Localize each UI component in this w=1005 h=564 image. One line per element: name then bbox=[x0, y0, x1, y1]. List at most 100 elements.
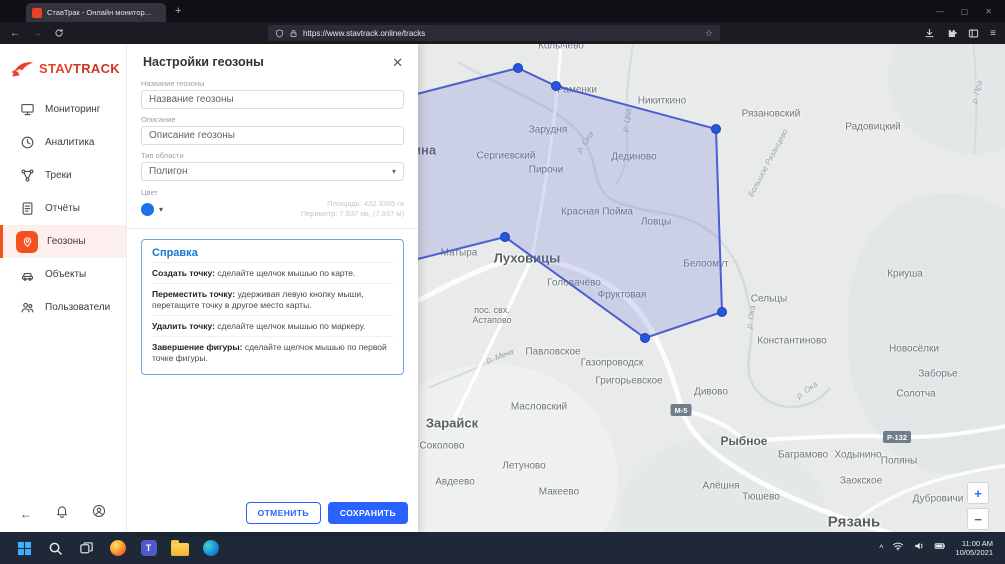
description-input[interactable] bbox=[141, 126, 404, 145]
geozone-svg bbox=[418, 44, 1005, 532]
sidebar-bottom: ← bbox=[0, 504, 126, 523]
geozone-polygon[interactable] bbox=[418, 68, 722, 338]
geozone-vertex[interactable] bbox=[641, 334, 650, 343]
forward-button[interactable]: → bbox=[32, 28, 42, 39]
geozones-icon bbox=[16, 231, 38, 253]
sidebar-item-label: Пользователи bbox=[45, 302, 110, 313]
clock-time: 11:00 AM bbox=[955, 539, 993, 549]
shield-icon bbox=[275, 29, 284, 38]
sidebar-item-label: Геозоны bbox=[47, 236, 86, 247]
help-item: Завершение фигуры: сделайте щелчок мышью… bbox=[152, 336, 393, 368]
url-bar[interactable]: https://www.stavtrack.online/tracks ☆ bbox=[268, 25, 720, 41]
users-icon bbox=[19, 299, 36, 316]
window-close-button[interactable]: ✕ bbox=[985, 7, 992, 16]
reports-icon bbox=[19, 200, 36, 217]
logo-track-text: TRACK bbox=[73, 61, 120, 76]
browser-tab[interactable]: СтавТрак - Онлайн монитор... bbox=[26, 3, 166, 22]
browser-toolbar: ← → https://www.stavtrack.online/tracks … bbox=[0, 22, 1005, 44]
taskbar-clock[interactable]: 11:00 AM 10/05/2021 bbox=[955, 539, 993, 558]
objects-icon bbox=[19, 266, 36, 283]
profile-icon[interactable] bbox=[92, 504, 106, 523]
firefox-icon[interactable] bbox=[105, 536, 130, 561]
tracks-icon bbox=[19, 167, 36, 184]
geozone-settings-panel: Настройки геозоны ✕ Название геозоны Опи… bbox=[127, 44, 418, 532]
collapse-arrow-icon[interactable]: ← bbox=[20, 507, 32, 521]
sidebar-item-label: Треки bbox=[45, 170, 72, 181]
extensions-icon[interactable] bbox=[946, 28, 957, 39]
close-icon[interactable]: ✕ bbox=[392, 56, 403, 69]
search-icon[interactable] bbox=[43, 536, 68, 561]
cancel-button[interactable]: ОТМЕНИТЬ bbox=[246, 502, 321, 524]
app-window: STAVTRACK Мониторинг Аналитика Треки Отчёты… bbox=[0, 44, 1005, 532]
task-view-icon[interactable] bbox=[74, 536, 99, 561]
description-field-label: Описание bbox=[141, 115, 404, 124]
window-controls: — ▢ ✕ bbox=[936, 7, 1005, 16]
analytics-icon bbox=[19, 134, 36, 151]
help-box: Справка Создать точку: сделайте щелчок м… bbox=[141, 239, 404, 375]
sidebar-item-monitoring[interactable]: Мониторинг bbox=[0, 93, 126, 126]
window-maximize-button[interactable]: ▢ bbox=[961, 7, 969, 16]
sidebar-item-reports[interactable]: Отчёты bbox=[0, 192, 126, 225]
name-input[interactable] bbox=[141, 90, 404, 109]
sidebar-item-label: Аналитика bbox=[45, 137, 95, 148]
stavtrack-favicon-icon bbox=[32, 8, 42, 18]
geozone-vertex[interactable] bbox=[501, 233, 510, 242]
battery-icon[interactable] bbox=[934, 539, 946, 557]
new-tab-button[interactable]: + bbox=[175, 5, 181, 17]
geozone-vertex[interactable] bbox=[712, 125, 721, 134]
color-field-label: Цвет bbox=[141, 188, 404, 197]
sidebar-item-analytics[interactable]: Аналитика bbox=[0, 126, 126, 159]
menu-icon[interactable]: ≡ bbox=[990, 28, 996, 39]
sidebar-item-tracks[interactable]: Треки bbox=[0, 159, 126, 192]
sidebar-item-users[interactable]: Пользователи bbox=[0, 291, 126, 324]
sidebar-menu: Мониторинг Аналитика Треки Отчёты Геозоны Объ… bbox=[0, 93, 126, 324]
type-field-label: Тип области bbox=[141, 151, 404, 160]
sidebar-item-label: Объекты bbox=[45, 269, 86, 280]
sidebar-item-label: Отчёты bbox=[45, 203, 80, 214]
download-icon[interactable] bbox=[924, 28, 935, 39]
panel-title: Настройки геозоны bbox=[143, 55, 264, 69]
area-metric: Площадь: 432.3385 га bbox=[301, 199, 404, 209]
help-item: Удалить точку: сделайте щелчок мышью по … bbox=[152, 315, 393, 336]
file-explorer-icon[interactable] bbox=[167, 536, 192, 561]
teams-icon[interactable]: T bbox=[136, 536, 161, 561]
tab-title: СтавТрак - Онлайн монитор... bbox=[47, 8, 160, 17]
name-field-label: Название геозоны bbox=[141, 79, 404, 88]
tray-chevron-icon[interactable]: ^ bbox=[879, 543, 883, 553]
taskbar: T ^ 11:00 AM 10/05/2021 bbox=[0, 532, 1005, 564]
bookmark-star-icon[interactable]: ☆ bbox=[705, 28, 713, 39]
geozone-vertex[interactable] bbox=[718, 308, 727, 317]
sidebar-item-label: Мониторинг bbox=[45, 104, 100, 115]
geozone-vertex[interactable] bbox=[552, 82, 561, 91]
wifi-icon[interactable] bbox=[892, 539, 904, 557]
window-minimize-button[interactable]: — bbox=[936, 7, 944, 16]
reload-button[interactable] bbox=[54, 28, 64, 38]
url-text: https://www.stavtrack.online/tracks bbox=[303, 29, 700, 38]
stavtrack-logo: STAVTRACK bbox=[0, 44, 126, 87]
area-type-value: Полигон bbox=[149, 166, 187, 177]
zoom-out-button[interactable]: − bbox=[967, 508, 989, 530]
volume-icon[interactable] bbox=[913, 539, 925, 557]
clock-date: 10/05/2021 bbox=[955, 548, 993, 558]
map[interactable]: КолычёвоКоломнаРаменкиНикиткиноРязановск… bbox=[418, 44, 1005, 532]
notifications-bell-icon[interactable] bbox=[55, 504, 69, 523]
logo-bird-icon bbox=[10, 57, 35, 79]
sidebar-item-objects[interactable]: Объекты bbox=[0, 258, 126, 291]
sidebar: STAVTRACK Мониторинг Аналитика Треки Отчёты… bbox=[0, 44, 127, 532]
back-button[interactable]: ← bbox=[10, 28, 20, 39]
logo-stav-text: STAV bbox=[39, 61, 73, 76]
sidebar-toggle-icon[interactable] bbox=[968, 28, 979, 39]
save-button[interactable]: СОХРАНИТЬ bbox=[328, 502, 408, 524]
start-button[interactable] bbox=[12, 536, 37, 561]
color-swatch[interactable] bbox=[141, 203, 154, 216]
edge-icon[interactable] bbox=[198, 536, 223, 561]
color-picker[interactable]: ▾ bbox=[141, 203, 163, 216]
chevron-down-icon: ▾ bbox=[159, 205, 163, 214]
area-type-select[interactable]: Полигон ▾ bbox=[141, 162, 404, 181]
geozone-metrics: Площадь: 432.3385 га Периметр: 7.937 км,… bbox=[301, 199, 404, 218]
lock-icon bbox=[289, 29, 298, 38]
geozone-vertex[interactable] bbox=[514, 64, 523, 73]
zoom-in-button[interactable]: + bbox=[967, 482, 989, 504]
help-title: Справка bbox=[152, 247, 393, 259]
sidebar-item-geozones[interactable]: Геозоны bbox=[0, 225, 126, 258]
